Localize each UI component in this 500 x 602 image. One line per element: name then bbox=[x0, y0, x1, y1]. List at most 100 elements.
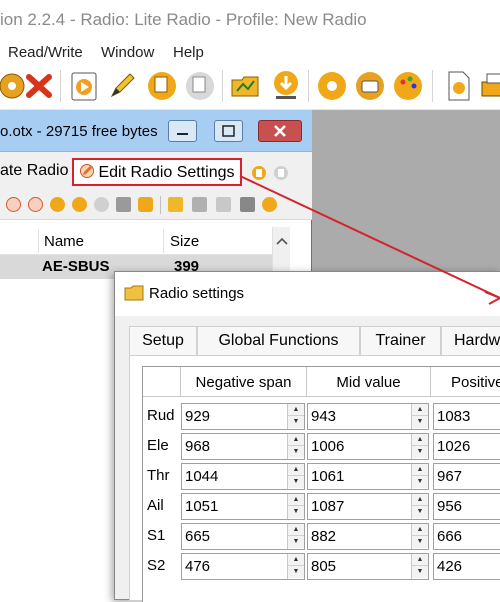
menu-window[interactable]: Window bbox=[101, 44, 154, 61]
spinbox-value: 1026 bbox=[437, 438, 471, 455]
column-size-header[interactable]: Size bbox=[170, 233, 199, 250]
copy-icon[interactable] bbox=[144, 68, 180, 104]
simulate-icon[interactable] bbox=[262, 197, 277, 212]
wizard-icon[interactable] bbox=[192, 197, 207, 212]
calibration-mid-spinbox[interactable]: 1006 ▲ ▼ bbox=[307, 433, 429, 460]
calibration-neg-spinbox[interactable]: 1044 ▲ ▼ bbox=[181, 463, 305, 490]
calibration-pos-spinbox[interactable]: 1083 bbox=[433, 403, 500, 430]
spinbox-value: 929 bbox=[185, 408, 211, 425]
paste-icon[interactable] bbox=[273, 165, 289, 181]
spinbox-buttons: ▲ ▼ bbox=[411, 524, 428, 549]
spin-down-icon[interactable]: ▼ bbox=[288, 446, 304, 458]
spin-down-icon[interactable]: ▼ bbox=[412, 566, 428, 578]
menu-help[interactable]: Help bbox=[173, 44, 204, 61]
calibration-neg-spinbox[interactable]: 1051 ▲ ▼ bbox=[181, 493, 305, 520]
maximize-button[interactable] bbox=[214, 120, 243, 142]
spin-up-icon[interactable]: ▲ bbox=[412, 404, 428, 416]
download-icon[interactable] bbox=[268, 68, 304, 104]
spin-down-icon[interactable]: ▼ bbox=[288, 566, 304, 578]
move-icon[interactable] bbox=[138, 197, 153, 212]
spin-up-icon[interactable]: ▲ bbox=[288, 464, 304, 476]
calibration-panel: Negative span Mid value Positive Rud 929 ▲… bbox=[129, 355, 500, 602]
clear-icon[interactable] bbox=[28, 197, 43, 212]
scroll-up-icon[interactable] bbox=[273, 233, 291, 249]
calibrate-radio-button[interactable]: ate Radio bbox=[0, 158, 75, 186]
model-window-title-bar[interactable]: o.otx - 29715 free bytes bbox=[0, 110, 312, 152]
calibration-pos-spinbox[interactable]: 666 bbox=[433, 523, 500, 550]
settings-gear-icon[interactable] bbox=[314, 68, 350, 104]
spin-down-icon[interactable]: ▼ bbox=[412, 506, 428, 518]
delete-icon[interactable] bbox=[21, 68, 57, 104]
spin-up-icon[interactable]: ▲ bbox=[288, 434, 304, 446]
spinbox-buttons: ▲ ▼ bbox=[287, 554, 304, 579]
column-name-header[interactable]: Name bbox=[44, 233, 84, 250]
calibration-neg-spinbox[interactable]: 929 ▲ ▼ bbox=[181, 403, 305, 430]
spin-up-icon[interactable]: ▲ bbox=[412, 524, 428, 536]
spin-down-icon[interactable]: ▼ bbox=[288, 476, 304, 488]
spinbox-buttons: ▲ ▼ bbox=[287, 434, 304, 459]
spin-up-icon[interactable]: ▲ bbox=[412, 554, 428, 566]
minimize-button[interactable] bbox=[168, 120, 197, 142]
calibration-pos-spinbox[interactable]: 967 bbox=[433, 463, 500, 490]
calibration-pos-spinbox[interactable]: 426 bbox=[433, 553, 500, 580]
calibration-mid-spinbox[interactable]: 1061 ▲ ▼ bbox=[307, 463, 429, 490]
dialog-title: Radio settings bbox=[149, 285, 245, 302]
toolbar-separator bbox=[160, 196, 161, 214]
spinbox-buttons: ▲ ▼ bbox=[411, 434, 428, 459]
spinbox-buttons: ▲ ▼ bbox=[411, 554, 428, 579]
spinbox-value: 476 bbox=[185, 558, 211, 575]
printer-icon[interactable] bbox=[240, 197, 255, 212]
calibration-mid-spinbox[interactable]: 882 ▲ ▼ bbox=[307, 523, 429, 550]
calibration-mid-spinbox[interactable]: 943 ▲ ▼ bbox=[307, 403, 429, 430]
calibration-mid-spinbox[interactable]: 805 ▲ ▼ bbox=[307, 553, 429, 580]
cut-icon[interactable] bbox=[50, 197, 65, 212]
calibration-neg-spinbox[interactable]: 476 ▲ ▼ bbox=[181, 553, 305, 580]
spin-down-icon[interactable]: ▼ bbox=[412, 476, 428, 488]
paste-icon[interactable] bbox=[94, 197, 109, 212]
calibration-neg-spinbox[interactable]: 968 ▲ ▼ bbox=[181, 433, 305, 460]
calibration-mid-spinbox[interactable]: 1087 ▲ ▼ bbox=[307, 493, 429, 520]
column-separator bbox=[38, 229, 39, 253]
spin-down-icon[interactable]: ▼ bbox=[412, 416, 428, 428]
calibration-pos-spinbox[interactable]: 1026 bbox=[433, 433, 500, 460]
radio-profile-icon[interactable] bbox=[352, 68, 388, 104]
spin-up-icon[interactable]: ▲ bbox=[288, 494, 304, 506]
spin-down-icon[interactable]: ▼ bbox=[288, 416, 304, 428]
tab-hardware[interactable]: Hardwar bbox=[441, 326, 500, 356]
calibration-neg-spinbox[interactable]: 665 ▲ ▼ bbox=[181, 523, 305, 550]
paste-icon[interactable] bbox=[182, 68, 218, 104]
open-folder-icon[interactable] bbox=[168, 197, 183, 212]
edit-radio-settings-button[interactable]: Edit Radio Settings bbox=[72, 158, 242, 186]
spin-up-icon[interactable]: ▲ bbox=[412, 434, 428, 446]
document-icon[interactable] bbox=[440, 68, 476, 104]
open-folder-icon[interactable] bbox=[228, 68, 264, 104]
menu-read-write[interactable]: Read/Write bbox=[8, 44, 83, 61]
spin-up-icon[interactable]: ▲ bbox=[288, 524, 304, 536]
copy-icon[interactable] bbox=[72, 197, 87, 212]
spin-up-icon[interactable]: ▲ bbox=[288, 554, 304, 566]
spin-down-icon[interactable]: ▼ bbox=[412, 446, 428, 458]
spinbox-value: 1006 bbox=[311, 438, 345, 455]
spin-down-icon[interactable]: ▼ bbox=[288, 506, 304, 518]
spinbox-value: 1087 bbox=[311, 498, 345, 515]
spin-up-icon[interactable]: ▲ bbox=[412, 494, 428, 506]
tab-trainer[interactable]: Trainer bbox=[360, 326, 441, 356]
calibration-pos-spinbox[interactable]: 956 bbox=[433, 493, 500, 520]
spin-up-icon[interactable]: ▲ bbox=[412, 464, 428, 476]
dialog-title-bar[interactable]: Radio settings bbox=[115, 272, 500, 316]
model-list-header: Name Size bbox=[0, 227, 290, 255]
tab-global-functions[interactable]: Global Functions bbox=[197, 326, 360, 356]
pencil-icon[interactable] bbox=[104, 68, 140, 104]
star-icon[interactable] bbox=[216, 197, 231, 212]
edit-icon[interactable] bbox=[6, 197, 21, 212]
close-button[interactable] bbox=[258, 120, 302, 142]
palette-icon[interactable] bbox=[390, 68, 426, 104]
spin-up-icon[interactable]: ▲ bbox=[288, 404, 304, 416]
duplicate-icon[interactable] bbox=[116, 197, 131, 212]
play-icon[interactable] bbox=[66, 68, 102, 104]
copy-icon[interactable] bbox=[251, 165, 267, 181]
spin-down-icon[interactable]: ▼ bbox=[412, 536, 428, 548]
spin-down-icon[interactable]: ▼ bbox=[288, 536, 304, 548]
tab-setup[interactable]: Setup bbox=[129, 326, 197, 356]
printer-icon[interactable] bbox=[478, 68, 500, 104]
